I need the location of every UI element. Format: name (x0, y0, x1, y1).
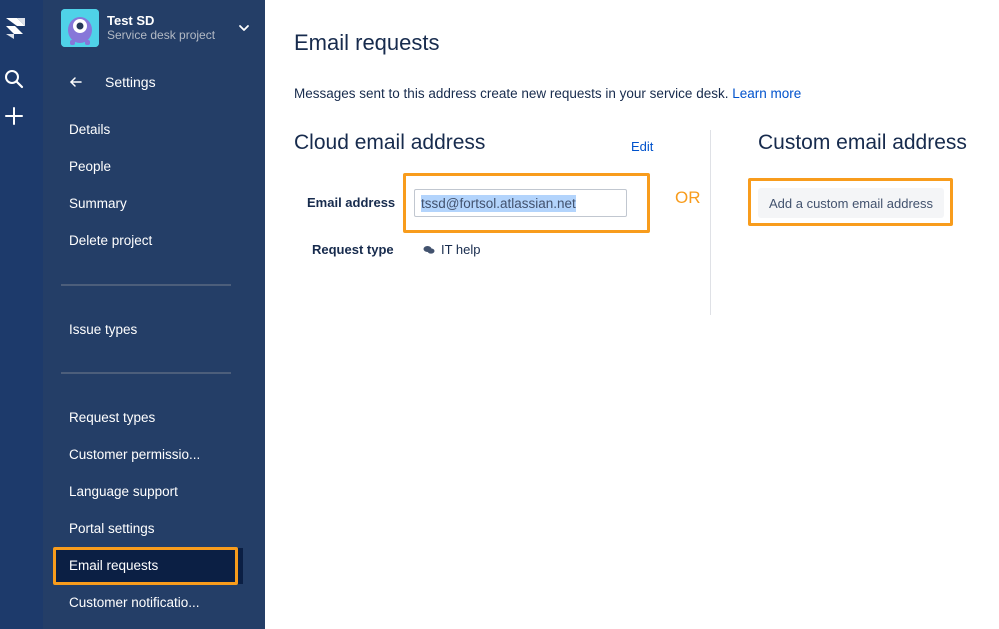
speech-bubbles-icon (423, 245, 435, 254)
email-address-field[interactable]: tssd@fortsol.atlassian.net (414, 189, 627, 217)
chevron-down-icon (239, 25, 249, 31)
sidebar-item-summary[interactable]: Summary (69, 196, 249, 211)
intro-message: Messages sent to this address create new… (294, 86, 729, 101)
project-type: Service desk project (107, 27, 216, 42)
sidebar-divider (61, 372, 231, 374)
sidebar-item-details[interactable]: Details (69, 122, 249, 137)
project-sidebar: Test SD Service desk project Settings De… (43, 0, 265, 629)
jira-service-desk-logo-icon[interactable] (3, 12, 29, 40)
project-avatar-icon (61, 9, 99, 47)
page-title: Email requests (294, 30, 440, 55)
sidebar-item-delete-project[interactable]: Delete project (69, 233, 249, 248)
back-to-settings[interactable]: Settings (69, 72, 156, 92)
sidebar-divider (61, 284, 231, 286)
sidebar-item-language-support[interactable]: Language support (69, 484, 249, 499)
learn-more-link[interactable]: Learn more (732, 86, 801, 101)
global-navigation (0, 0, 43, 629)
sidebar-item-customer-notifications[interactable]: Customer notificatio... (69, 595, 249, 610)
or-separator: OR (675, 188, 701, 207)
intro-text: Messages sent to this address create new… (294, 86, 801, 101)
sidebar-item-email-requests[interactable]: Email requests (69, 558, 249, 573)
cloud-email-title: Cloud email address (294, 131, 486, 154)
project-name: Test SD (107, 12, 155, 28)
sidebar-item-portal-settings[interactable]: Portal settings (69, 521, 249, 536)
email-address-label: Email address (307, 195, 396, 210)
plus-icon[interactable] (3, 105, 25, 127)
email-address-value: tssd@fortsol.atlassian.net (421, 194, 576, 212)
custom-email-title: Custom email address (758, 131, 967, 154)
sidebar-item-request-types[interactable]: Request types (69, 410, 249, 425)
settings-heading: Settings (105, 74, 156, 90)
add-custom-email-button[interactable]: Add a custom email address (758, 188, 944, 218)
sidebar-item-issue-types[interactable]: Issue types (69, 322, 249, 337)
arrow-left-icon (70, 77, 82, 87)
project-switcher[interactable]: Test SD Service desk project (61, 8, 251, 48)
sidebar-item-people[interactable]: People (69, 159, 249, 174)
edit-link[interactable]: Edit (631, 139, 653, 154)
vertical-divider (710, 130, 711, 315)
request-type-text: IT help (441, 242, 481, 257)
sidebar-item-customer-permissions[interactable]: Customer permissio... (69, 447, 249, 462)
request-type-value: IT help (423, 242, 481, 257)
search-icon[interactable] (3, 68, 25, 90)
request-type-label: Request type (312, 242, 394, 257)
main-content: Email requests Messages sent to this add… (265, 0, 999, 629)
